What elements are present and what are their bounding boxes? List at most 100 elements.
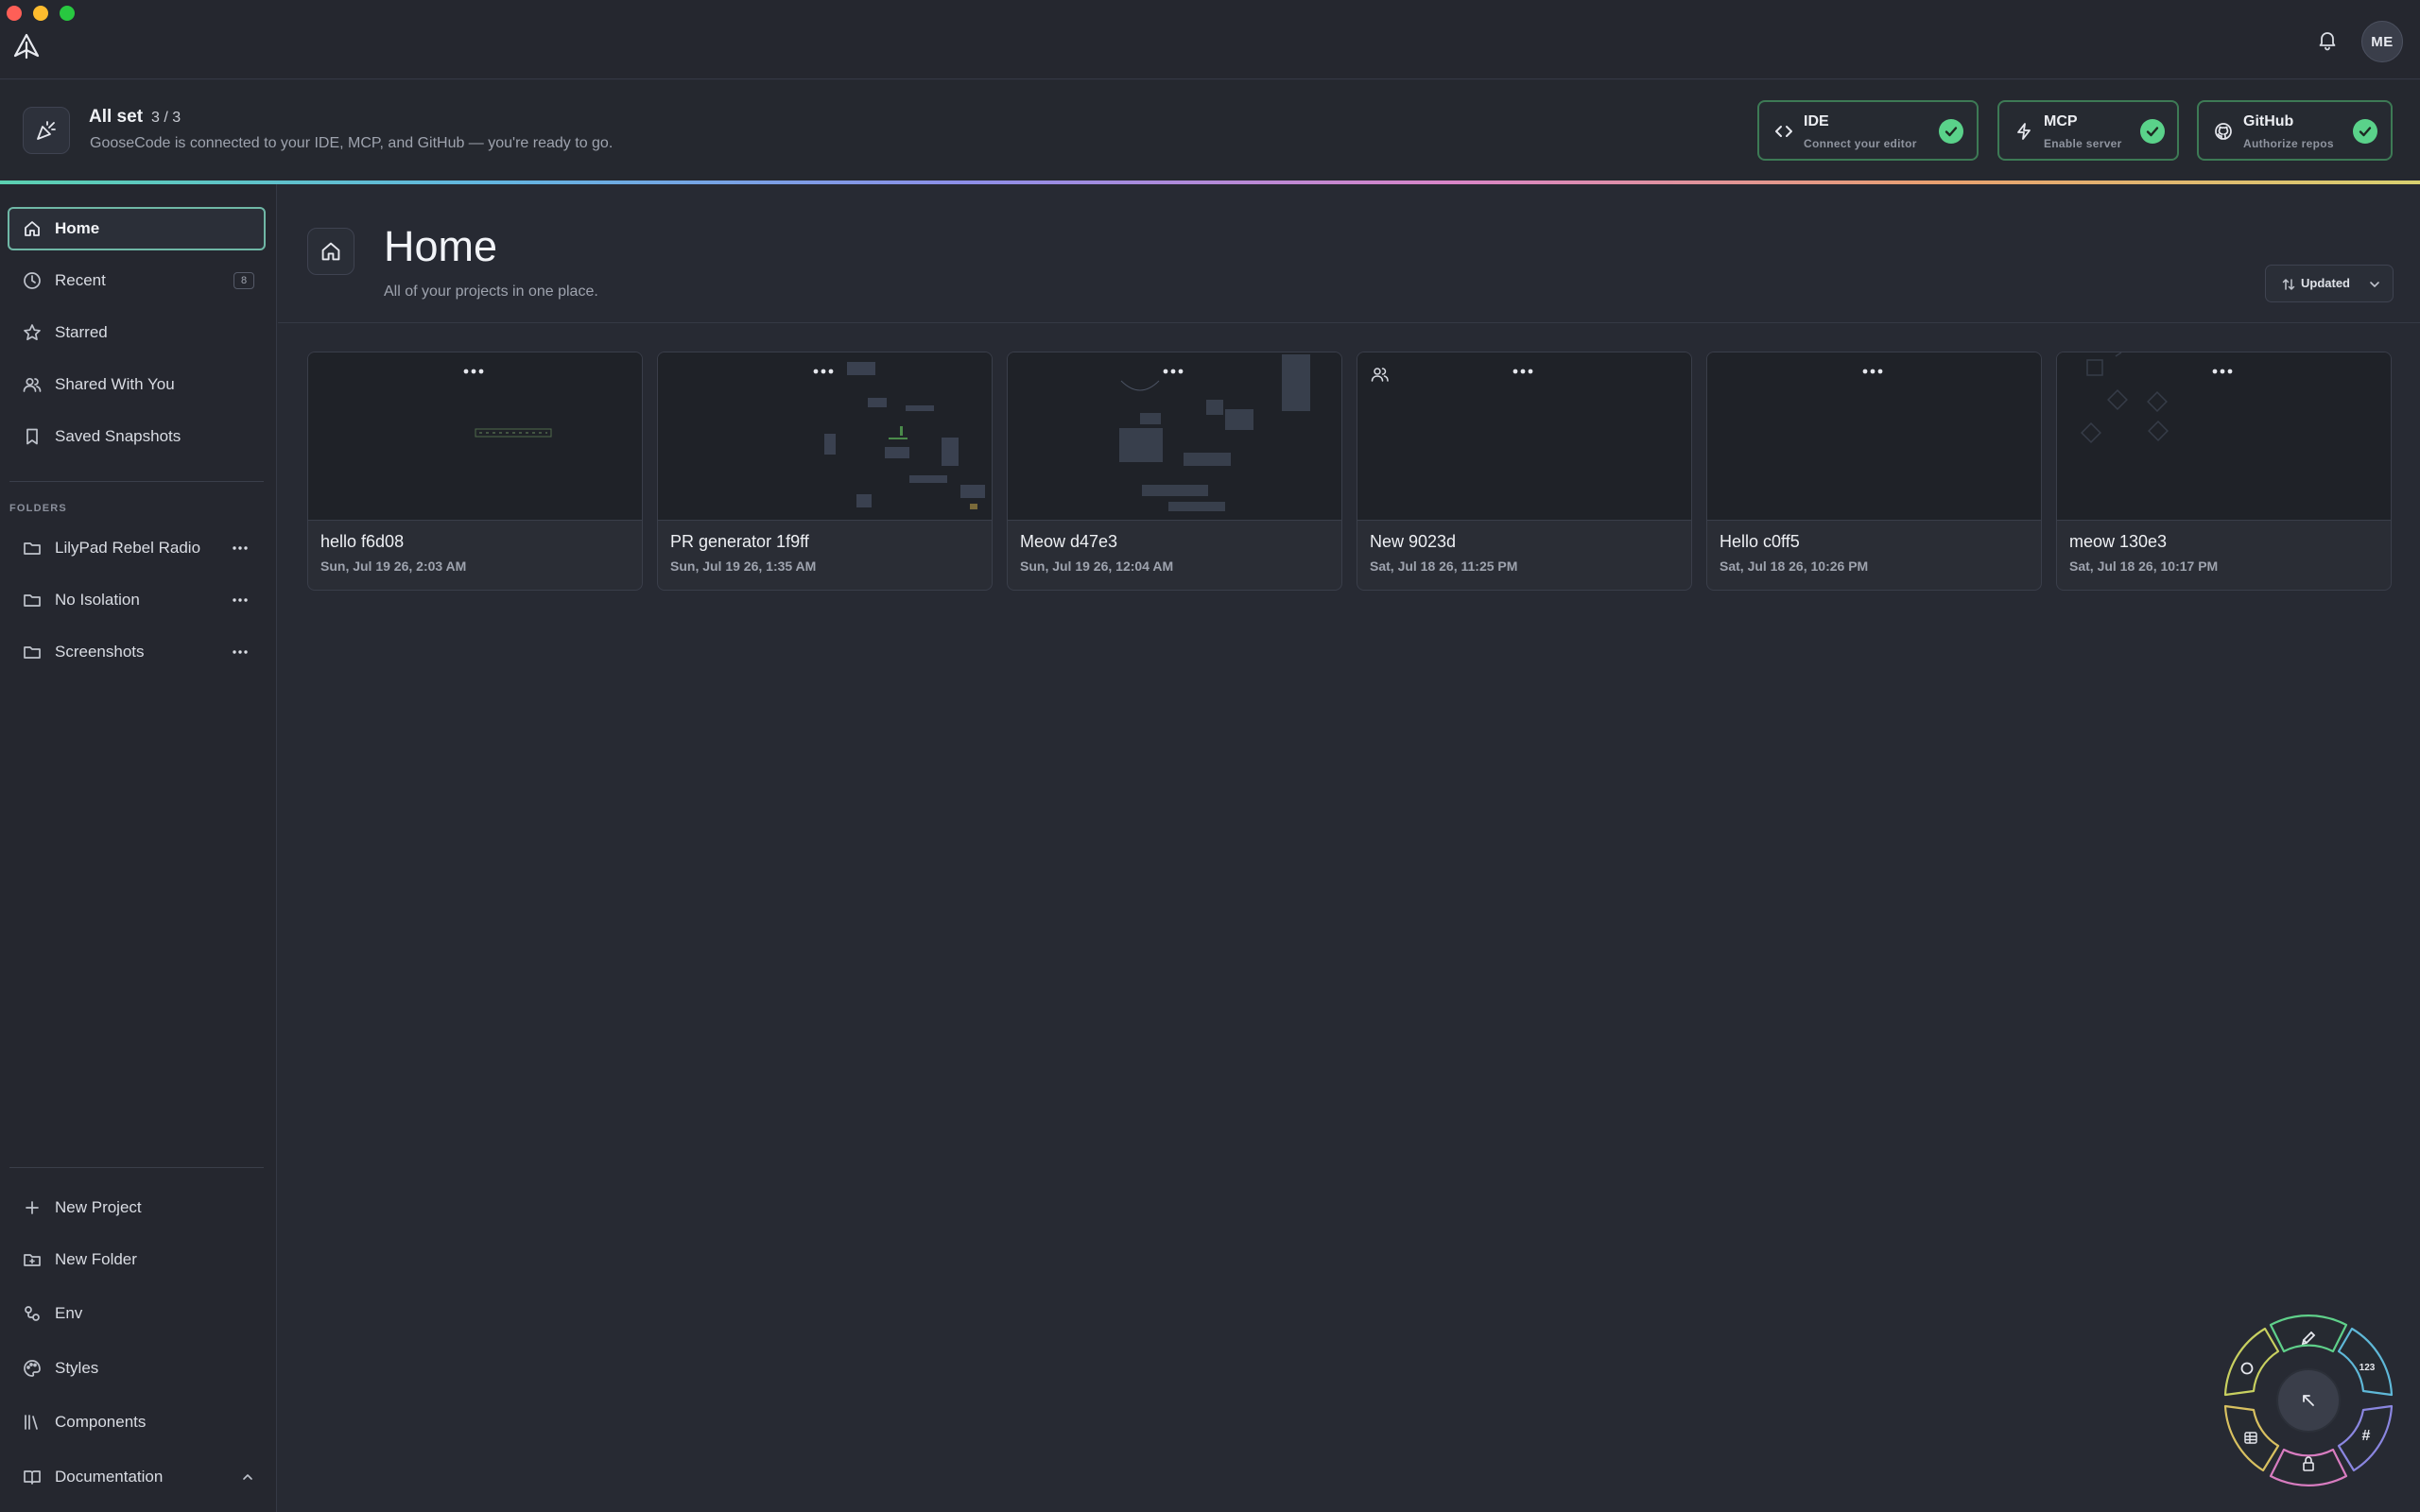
user-avatar[interactable]: ME: [2361, 21, 2403, 62]
project-updated-date: Sat, Jul 18 26, 11:25 PM: [1370, 558, 1518, 574]
github-icon: [2214, 122, 2233, 141]
sort-icon: [2281, 277, 2296, 292]
page-subtitle: All of your projects in one place.: [384, 284, 598, 300]
project-card[interactable]: PR generator 1f9ff Sun, Jul 19 26, 1:35 …: [657, 352, 993, 591]
sidebar-folder-screenshots[interactable]: Screenshots: [8, 630, 266, 674]
sidebar-item-shared-with-you[interactable]: Shared With You: [8, 363, 266, 406]
hash-tool-button[interactable]: #: [2337, 1404, 2394, 1472]
plus-icon: [23, 1198, 42, 1217]
folder-plus-icon: [23, 1250, 42, 1269]
party-popper-icon: [23, 107, 70, 154]
project-card[interactable]: Meow d47e3 Sun, Jul 19 26, 12:04 AM: [1007, 352, 1342, 591]
chip-title: IDE: [1804, 113, 1829, 129]
more-options-icon[interactable]: [1860, 365, 1885, 378]
more-options-icon[interactable]: [1161, 365, 1185, 378]
project-updated-date: Sun, Jul 19 26, 1:35 AM: [670, 558, 817, 574]
notifications-bell-icon[interactable]: [2316, 28, 2339, 51]
pencil-tool-button[interactable]: [2269, 1314, 2348, 1353]
check-icon: [2353, 119, 2377, 144]
sidebar-item-label: Home: [55, 219, 100, 237]
bolt-icon: [2014, 122, 2033, 141]
sidebar-item-styles[interactable]: Styles: [8, 1347, 266, 1390]
table-tool-button[interactable]: [2223, 1404, 2280, 1472]
close-window-button[interactable]: [7, 6, 22, 21]
lock-tool-button[interactable]: [2269, 1448, 2348, 1486]
folder-icon: [23, 643, 42, 662]
page-title: Home: [384, 222, 498, 270]
more-options-icon[interactable]: [1511, 365, 1535, 378]
project-updated-date: Sat, Jul 18 26, 10:26 PM: [1720, 558, 1869, 574]
check-icon: [2140, 119, 2165, 144]
folders-section-label: FOLDERS: [9, 503, 67, 514]
sidebar-item-env[interactable]: Env: [8, 1292, 266, 1335]
ide-connection-chip[interactable]: IDE Connect your editor: [1757, 100, 1979, 161]
chip-subtitle: Authorize repos: [2243, 137, 2334, 150]
sidebar-folder-no-isolation[interactable]: No Isolation: [8, 578, 266, 622]
sidebar-item-starred[interactable]: Starred: [8, 311, 266, 354]
sidebar-item-documentation[interactable]: Documentation: [8, 1455, 266, 1499]
chip-subtitle: Connect your editor: [1804, 137, 1917, 150]
github-connection-chip[interactable]: GitHub Authorize repos: [2197, 100, 2393, 161]
check-icon: [1939, 119, 1963, 144]
chevron-up-icon[interactable]: [241, 1470, 254, 1484]
more-options-icon[interactable]: [232, 541, 249, 556]
project-card[interactable]: meow 130e3 Sat, Jul 18 26, 10:17 PM: [2056, 352, 2392, 591]
folder-icon: [23, 591, 42, 610]
new-folder-button[interactable]: New Folder: [8, 1238, 266, 1281]
project-updated-date: Sun, Jul 19 26, 2:03 AM: [320, 558, 467, 574]
chevron-down-icon: [2368, 278, 2381, 291]
sort-dropdown[interactable]: Updated: [2265, 265, 2394, 302]
sidebar-item-label: Screenshots: [55, 643, 145, 661]
chip-title: GitHub: [2243, 113, 2294, 129]
more-options-icon[interactable]: [461, 365, 486, 378]
sidebar-item-components[interactable]: Components: [8, 1400, 266, 1444]
sidebar-item-saved-snapshots[interactable]: Saved Snapshots: [8, 415, 266, 458]
users-icon: [23, 375, 42, 394]
sidebar-item-recent[interactable]: Recent 8: [8, 259, 266, 302]
project-card[interactable]: New 9023d Sat, Jul 18 26, 11:25 PM: [1357, 352, 1692, 591]
home-icon: [23, 219, 42, 238]
header-divider: [278, 322, 2420, 323]
hash-icon: #: [2362, 1428, 2371, 1444]
minimize-window-button[interactable]: [33, 6, 48, 21]
wheel-center-button[interactable]: [2276, 1368, 2341, 1433]
sidebar-item-label: Recent: [55, 271, 106, 289]
chip-title: MCP: [2044, 113, 2078, 129]
setup-title: All set: [89, 107, 144, 127]
sidebar-item-label: New Folder: [55, 1250, 137, 1268]
project-title: hello f6d08: [320, 532, 405, 551]
app-logo-icon[interactable]: [12, 32, 41, 60]
sidebar-folder-lilypad-rebel-radio[interactable]: LilyPad Rebel Radio: [8, 526, 266, 570]
env-icon: [23, 1304, 42, 1323]
sidebar-divider: [9, 1167, 264, 1168]
number-tool-button[interactable]: 123: [2337, 1327, 2394, 1397]
sidebar-item-label: New Project: [55, 1198, 142, 1216]
title-bar: ME: [0, 0, 2420, 79]
setup-progress-count: 3 / 3: [151, 110, 182, 126]
project-title: New 9023d: [1370, 532, 1457, 551]
sidebar-item-label: Documentation: [55, 1468, 164, 1486]
more-options-icon[interactable]: [232, 593, 249, 608]
zoom-window-button[interactable]: [60, 6, 75, 21]
home-icon: [307, 228, 354, 275]
sidebar-item-label: Saved Snapshots: [55, 427, 182, 445]
project-card[interactable]: hello f6d08 Sun, Jul 19 26, 2:03 AM: [307, 352, 643, 591]
chip-subtitle: Enable server: [2044, 137, 2122, 150]
main-content: Home All of your projects in one place. …: [278, 184, 2420, 1512]
mcp-connection-chip[interactable]: MCP Enable server: [1997, 100, 2179, 161]
clock-icon: [23, 271, 42, 290]
sidebar-item-label: Env: [55, 1304, 83, 1322]
circle-tool-button[interactable]: [2223, 1327, 2280, 1397]
project-card[interactable]: Hello c0ff5 Sat, Jul 18 26, 10:26 PM: [1706, 352, 2042, 591]
project-title: meow 130e3: [2069, 532, 2168, 551]
new-project-button[interactable]: New Project: [8, 1186, 266, 1229]
more-options-icon[interactable]: [2210, 365, 2235, 378]
project-updated-date: Sun, Jul 19 26, 12:04 AM: [1020, 558, 1174, 574]
more-options-icon[interactable]: [811, 365, 836, 378]
project-updated-date: Sat, Jul 18 26, 10:17 PM: [2069, 558, 2219, 574]
sidebar-item-label: Styles: [55, 1359, 99, 1377]
sidebar-item-label: Components: [55, 1413, 147, 1431]
sidebar-item-label: Shared With You: [55, 375, 175, 393]
more-options-icon[interactable]: [232, 644, 249, 660]
sidebar-item-home[interactable]: Home: [8, 207, 266, 250]
